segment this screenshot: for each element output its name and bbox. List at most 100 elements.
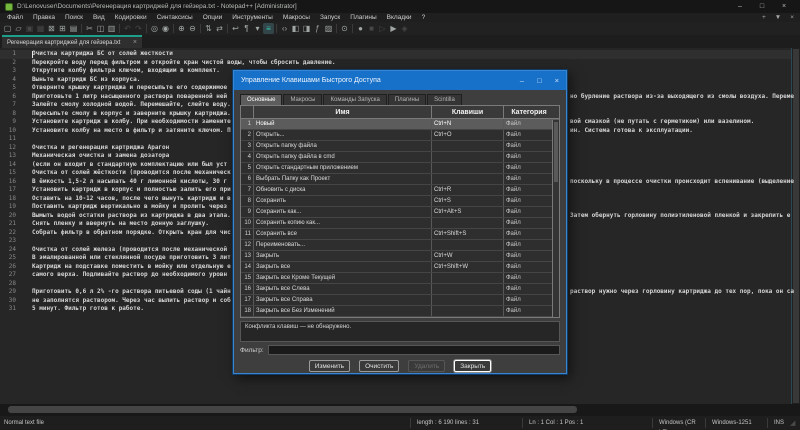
resize-grip[interactable]: ◢ xyxy=(790,419,800,427)
editor-vertical-scrollbar[interactable] xyxy=(791,48,800,404)
status-eol-format[interactable]: Windows (CR LF) xyxy=(652,418,705,428)
scrollbar-thumb[interactable] xyxy=(554,122,558,182)
menu-item-Поиск[interactable]: Поиск xyxy=(60,13,88,22)
dialog-maximize-button[interactable]: □ xyxy=(537,76,542,85)
shortcut-row[interactable]: 14Закрыть всеCtrl+Shift+WФайл xyxy=(241,262,559,273)
find-icon[interactable]: ◎ xyxy=(149,23,160,34)
close-all-docs-icon[interactable]: ⊞ xyxy=(57,23,68,34)
shortcut-row[interactable]: 8СохранитьCtrl+SФайл xyxy=(241,196,559,207)
line-text: не заполнятся раствором. Через час вылит… xyxy=(32,297,231,306)
shortcut-row[interactable]: 9Сохранить как...Ctrl+Alt+SФайл xyxy=(241,207,559,218)
menu-item-Вид[interactable]: Вид xyxy=(88,13,110,22)
table-scrollbar[interactable] xyxy=(552,120,559,317)
shortcut-row[interactable]: 12Переименовать...Файл xyxy=(241,240,559,251)
shortcut-row[interactable]: 16Закрыть все СлеваФайл xyxy=(241,284,559,295)
shortcut-row[interactable]: 11Сохранить всеCtrl+Shift+SФайл xyxy=(241,229,559,240)
close-button[interactable]: × xyxy=(773,0,795,13)
tab-list-icon[interactable]: ▼ xyxy=(775,14,781,21)
show-all-characters-icon[interactable]: ¶ xyxy=(241,23,252,34)
shortcut-row[interactable]: 13ЗакрытьCtrl+WФайл xyxy=(241,251,559,262)
column-header-keys[interactable]: Клавиши xyxy=(432,106,504,118)
shortcut-row[interactable]: 5Открыть стандартным приложениемФайл xyxy=(241,163,559,174)
shortcut-row[interactable]: 7Обновить с дискаCtrl+RФайл xyxy=(241,185,559,196)
document-tab[interactable]: Регенерация картриджей для гейзера.txt × xyxy=(2,35,142,48)
Изменить-button[interactable]: Изменить xyxy=(309,360,350,372)
dialog-close-button[interactable]: × xyxy=(555,76,559,85)
print-icon[interactable]: ▤ xyxy=(68,23,79,34)
menu-item-?[interactable]: ? xyxy=(417,13,431,22)
column-header-category[interactable]: Категория xyxy=(504,106,554,118)
word-wrap-icon[interactable]: ↩ xyxy=(230,23,241,34)
row-name: Сохранить как... xyxy=(254,207,432,217)
new-tab-icon[interactable]: + xyxy=(762,14,766,21)
scrollbar-thumb[interactable] xyxy=(8,406,577,413)
dialog-tab-Команды Запуска[interactable]: Команды Запуска xyxy=(323,94,386,105)
menu-item-Опции[interactable]: Опции xyxy=(198,13,228,22)
column-header-name[interactable]: Имя xyxy=(254,106,432,118)
menu-item-Файл[interactable]: Файл xyxy=(2,13,28,22)
menu-item-Вкладки[interactable]: Вкладки xyxy=(382,13,417,22)
maximize-button[interactable]: □ xyxy=(751,0,773,13)
toolbar-separator xyxy=(227,24,228,33)
Очистить-button[interactable]: Очистить xyxy=(359,360,399,372)
shortcut-row[interactable]: 1НовыйCtrl+NФайл xyxy=(241,119,559,130)
filter-input[interactable] xyxy=(268,345,560,355)
shortcut-row[interactable]: 6Выбрать Папку как ПроектФайл xyxy=(241,174,559,185)
menu-item-Плагины[interactable]: Плагины xyxy=(345,13,381,22)
close-tab-icon[interactable]: × xyxy=(790,14,794,21)
dialog-tab-Плагины[interactable]: Плагины xyxy=(388,94,426,105)
scrollbar-thumb[interactable] xyxy=(793,49,799,403)
table-body: 1НовыйCtrl+NФайл2Открыть...Ctrl+OФайл3От… xyxy=(241,119,559,317)
function-fx-icon[interactable]: ƒ xyxy=(312,23,323,34)
macro-run-multiple-icon[interactable]: ▶ xyxy=(388,23,399,34)
document-list-icon[interactable]: ◨ xyxy=(301,23,312,34)
paste-icon[interactable]: ▥ xyxy=(106,23,117,34)
monitoring-icon[interactable]: ⊙ xyxy=(339,23,350,34)
line-text: Снять пленку и ввернуть на место донную … xyxy=(32,220,209,229)
menu-item-Кодировки[interactable]: Кодировки xyxy=(110,13,152,22)
macro-record-icon[interactable]: ● xyxy=(355,23,366,34)
menu-item-Правка[interactable]: Правка xyxy=(28,13,60,22)
dialog-title-bar[interactable]: Управление Клавишами Быстрого Доступа – … xyxy=(234,71,566,90)
replace-icon[interactable]: ◉ xyxy=(160,23,171,34)
menu-item-Макросы[interactable]: Макросы xyxy=(278,13,315,22)
zoom-in-icon[interactable]: ⊕ xyxy=(176,23,187,34)
folder-as-workspace-icon[interactable]: ▨ xyxy=(323,23,334,34)
shortcut-row[interactable]: 17Закрыть все СправаФайл xyxy=(241,295,559,306)
menu-item-Запуск[interactable]: Запуск xyxy=(315,13,345,22)
shortcut-table: Имя Клавиши Категория 1НовыйCtrl+NФайл2О… xyxy=(240,105,560,318)
dialog-tab-Основные[interactable]: Основные xyxy=(240,94,282,105)
tab-close-icon[interactable]: × xyxy=(133,39,137,46)
shortcut-row[interactable]: 4Открыть папку файла в cmdФайл xyxy=(241,152,559,163)
document-map-icon[interactable]: ◧ xyxy=(290,23,301,34)
shortcut-row[interactable]: 15Закрыть все Кроме ТекущейФайл xyxy=(241,273,559,284)
status-insert-mode[interactable]: INS xyxy=(767,418,790,428)
sync-horizontal-scroll-icon[interactable]: ⇄ xyxy=(214,23,225,34)
sync-vertical-scroll-icon[interactable]: ⇅ xyxy=(203,23,214,34)
editor-horizontal-scrollbar[interactable] xyxy=(0,404,800,416)
dialog-tab-Scintilla[interactable]: Scintilla xyxy=(427,94,462,105)
shortcut-row[interactable]: 18Закрыть все Без ИзмененийФайл xyxy=(241,306,559,317)
open-folder-icon[interactable]: ▱ xyxy=(13,23,24,34)
menu-bar-items: ФайлПравкаПоискВидКодировкиСинтаксисыОпц… xyxy=(2,13,430,22)
dialog-minimize-button[interactable]: – xyxy=(520,76,524,85)
editor-line: 2Перекройте воду перед фильтром и открой… xyxy=(0,59,800,68)
shortcut-row[interactable]: 2Открыть...Ctrl+OФайл xyxy=(241,130,559,141)
menu-item-Инструменты[interactable]: Инструменты xyxy=(227,13,278,22)
zoom-out-icon[interactable]: ⊖ xyxy=(187,23,198,34)
dialog-tab-Макросы[interactable]: Макросы xyxy=(283,94,322,105)
close-doc-icon[interactable]: ⊠ xyxy=(46,23,57,34)
status-encoding[interactable]: Windows-1251 xyxy=(705,418,767,428)
Закрыть-button[interactable]: Закрыть xyxy=(454,360,491,372)
menu-item-Синтаксисы[interactable]: Синтаксисы xyxy=(152,13,198,22)
dropdown-caret-icon[interactable]: ▾ xyxy=(252,23,263,34)
copy-icon[interactable]: ◫ xyxy=(95,23,106,34)
indent-guide-icon[interactable]: ≡ xyxy=(263,23,274,34)
cut-icon[interactable]: ✂ xyxy=(84,23,95,34)
new-file-icon[interactable]: ▢ xyxy=(2,23,13,34)
function-list-icon[interactable]: ‹› xyxy=(279,23,290,34)
minimize-button[interactable]: – xyxy=(729,0,751,13)
shortcut-row[interactable]: 10Сохранить копию как...Файл xyxy=(241,218,559,229)
row-keys: Ctrl+Shift+W xyxy=(432,262,504,272)
shortcut-row[interactable]: 3Открыть папку файлаФайл xyxy=(241,141,559,152)
